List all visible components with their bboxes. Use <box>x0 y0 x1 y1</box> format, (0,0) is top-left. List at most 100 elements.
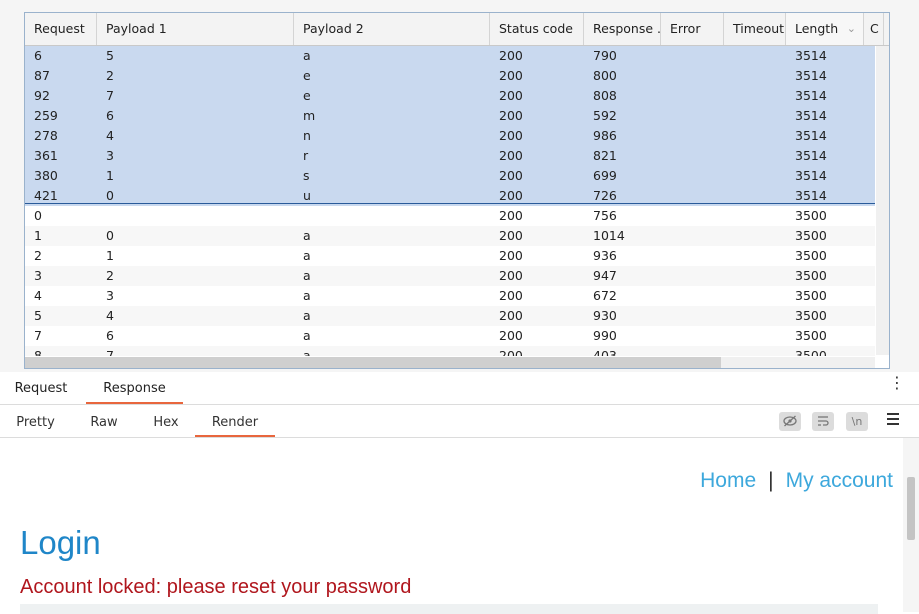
table-row[interactable]: 1 0 a 200 1014 3500 <box>25 226 875 246</box>
table-cell <box>661 206 670 226</box>
horizontal-scrollbar[interactable] <box>25 357 875 368</box>
table-cell <box>724 286 733 306</box>
table-cell <box>97 206 106 226</box>
table-cell: 3500 <box>795 208 827 223</box>
column-header-payload-2[interactable]: Payload 2 <box>294 13 490 45</box>
hide-icon[interactable] <box>779 412 801 431</box>
vertical-scrollbar[interactable] <box>876 46 889 355</box>
table-cell: 756 <box>593 208 617 223</box>
table-cell <box>724 86 733 106</box>
tab-hex[interactable]: Hex <box>143 405 189 437</box>
table-row[interactable]: 0 200 756 3500 <box>25 206 875 226</box>
table-cell: 3514 <box>795 68 827 83</box>
nav-separator: | <box>768 469 774 492</box>
table-cell <box>724 266 733 286</box>
table-cell: 3514 <box>795 148 827 163</box>
table-cell <box>724 66 733 86</box>
table-cell <box>661 326 670 346</box>
table-cell <box>724 306 733 326</box>
table-cell: 3514 <box>795 168 827 183</box>
my-account-link[interactable]: My account <box>786 469 893 492</box>
table-cell: 7 <box>106 348 114 356</box>
table-row-selected[interactable]: 87 2 e 200 800 3514 <box>25 66 875 86</box>
table-cell: 200 <box>499 228 523 243</box>
table-cell: 5 <box>106 48 114 63</box>
table-cell: 0 <box>106 228 114 243</box>
table-cell: 3514 <box>795 48 827 63</box>
table-row[interactable]: 4 3 a 200 672 3500 <box>25 286 875 306</box>
table-cell: 592 <box>593 108 617 123</box>
table-cell <box>724 106 733 126</box>
table-cell: 3500 <box>795 248 827 263</box>
table-cell: 726 <box>593 188 617 203</box>
table-cell: 1014 <box>593 228 625 243</box>
more-options-icon[interactable]: ⋮ <box>889 375 905 391</box>
table-row[interactable]: 5 4 a 200 930 3500 <box>25 306 875 326</box>
table-cell <box>661 186 670 206</box>
column-header-response[interactable]: Response ... <box>584 13 661 45</box>
table-cell: 3514 <box>795 128 827 143</box>
column-header-timeout[interactable]: Timeout <box>724 13 786 45</box>
table-row-selected[interactable]: 380 1 s 200 699 3514 <box>25 166 875 186</box>
results-panel: Request Payload 1 Payload 2 Status code … <box>0 0 919 372</box>
table-row[interactable]: 2 1 a 200 936 3500 <box>25 246 875 266</box>
menu-icon[interactable] <box>887 413 899 428</box>
column-header-status-code[interactable]: Status code <box>490 13 584 45</box>
word-wrap-icon[interactable] <box>812 412 834 431</box>
tab-response[interactable]: Response <box>86 374 183 404</box>
eye-slash-icon <box>783 415 797 427</box>
table-cell: 800 <box>593 68 617 83</box>
table-row-selected[interactable]: 278 4 n 200 986 3514 <box>25 126 875 146</box>
table-cell: 3500 <box>795 288 827 303</box>
table-cell <box>724 346 733 356</box>
column-header-error[interactable]: Error <box>661 13 724 45</box>
table-cell: 380 <box>34 168 58 183</box>
table-row[interactable]: 3 2 a 200 947 3500 <box>25 266 875 286</box>
table-cell <box>661 346 670 356</box>
table-cell: 200 <box>499 128 523 143</box>
message-tabs: Request Response ⋮ <box>0 374 919 405</box>
table-cell: 259 <box>34 108 58 123</box>
table-cell: 2 <box>34 248 42 263</box>
table-cell <box>661 126 670 146</box>
table-cell: m <box>303 108 316 123</box>
table-row-selected[interactable]: 361 3 r 200 821 3514 <box>25 146 875 166</box>
site-nav: Home | My account <box>700 469 893 493</box>
table-cell <box>661 226 670 246</box>
horizontal-scrollbar-thumb[interactable] <box>25 357 721 368</box>
tab-pretty[interactable]: Pretty <box>8 405 63 437</box>
table-row-selected[interactable]: 421 0 u 200 726 3514 <box>25 186 875 206</box>
table-row[interactable]: 8 7 a 200 403 3500 <box>25 346 875 356</box>
table-cell: s <box>303 168 310 183</box>
table-cell: 200 <box>499 108 523 123</box>
table-row-selected[interactable]: 92 7 e 200 808 3514 <box>25 86 875 106</box>
table-cell <box>724 326 733 346</box>
table-row[interactable]: 7 6 a 200 990 3500 <box>25 326 875 346</box>
table-cell: 87 <box>34 68 50 83</box>
table-cell: 699 <box>593 168 617 183</box>
column-header-comment[interactable]: C <box>864 13 884 45</box>
table-row-selected[interactable]: 6 5 a 200 790 3514 <box>25 46 875 66</box>
table-cell: a <box>303 328 311 343</box>
table-cell: 200 <box>499 328 523 343</box>
wrap-lines-icon <box>818 416 829 426</box>
table-cell <box>724 186 733 206</box>
tab-request[interactable]: Request <box>10 374 72 404</box>
page-title: Login <box>20 524 101 561</box>
tab-raw[interactable]: Raw <box>80 405 128 437</box>
table-cell <box>661 86 670 106</box>
column-header-request[interactable]: Request <box>25 13 97 45</box>
table-row-selected[interactable]: 259 6 m 200 592 3514 <box>25 106 875 126</box>
table-cell: 3514 <box>795 88 827 103</box>
column-header-length[interactable]: Length ⌄ <box>786 13 864 45</box>
table-cell: 1 <box>106 248 114 263</box>
show-newlines-button[interactable]: \n <box>846 412 868 431</box>
table-cell: 990 <box>593 328 617 343</box>
column-header-payload-1[interactable]: Payload 1 <box>97 13 294 45</box>
table-cell: 0 <box>34 208 42 223</box>
render-scrollbar-thumb[interactable] <box>907 477 915 540</box>
table-cell: 92 <box>34 88 50 103</box>
tab-render[interactable]: Render <box>195 405 275 437</box>
home-link[interactable]: Home <box>700 469 756 492</box>
table-cell <box>724 146 733 166</box>
